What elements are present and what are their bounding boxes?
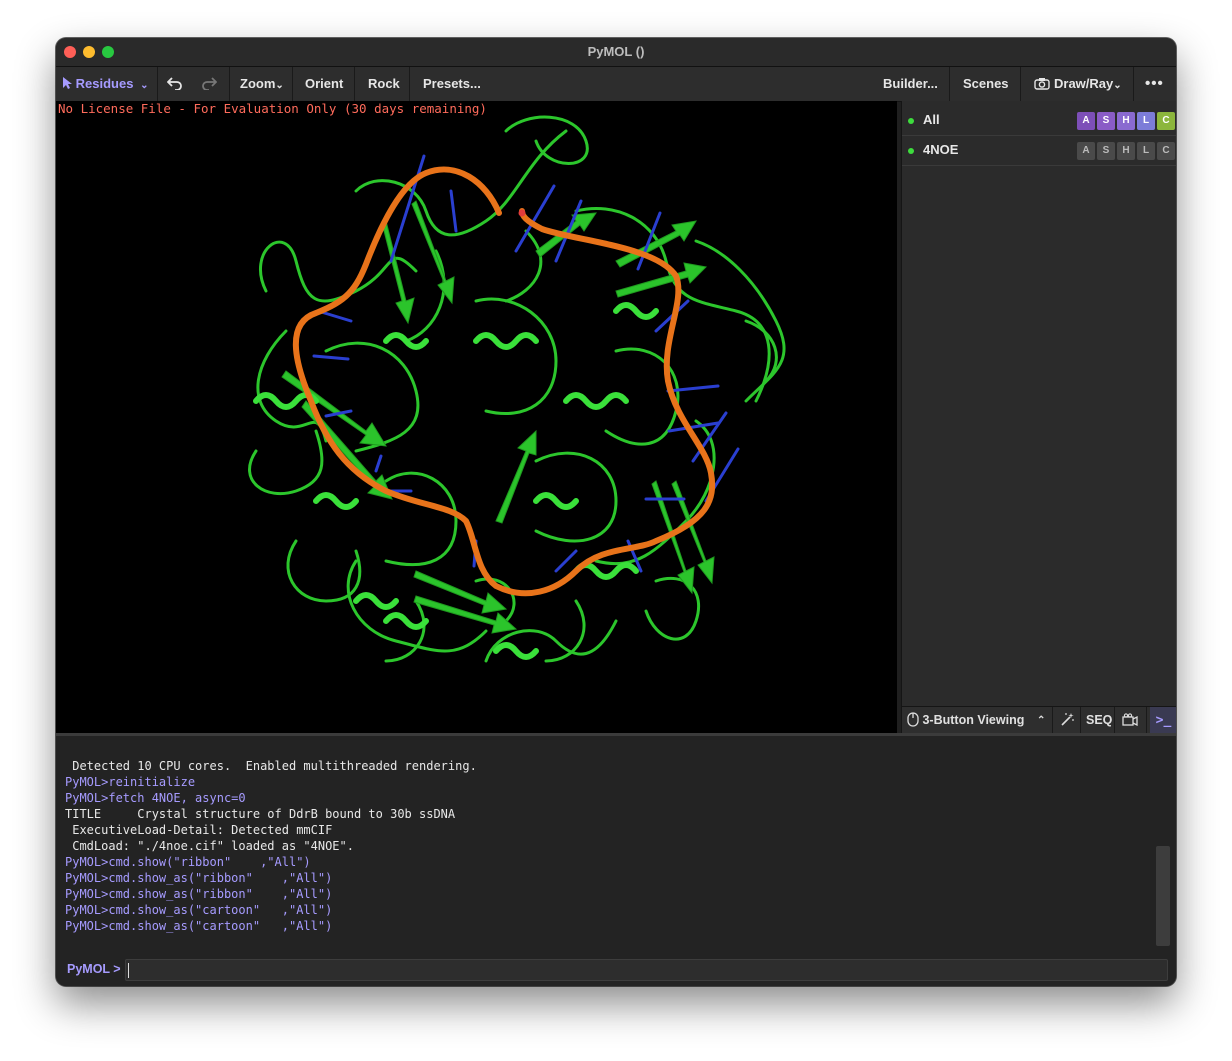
movie-camera-icon [1122,713,1138,727]
zoom-dropdown[interactable]: Zoom⌄ [240,67,284,101]
builder-button[interactable]: Builder... [883,67,938,101]
color-button[interactable]: C [1157,112,1175,130]
magic-wand-icon [1061,713,1074,726]
show-button[interactable]: S [1097,112,1115,130]
mode-bar: 3-Button Viewing ⌃ SEQ >_ [901,706,1176,734]
undo-icon [166,77,182,91]
selection-mode-dropdown[interactable]: Residues ⌄ [62,67,148,101]
presets-button[interactable]: Presets... [423,67,481,101]
mouse-mode-dropdown[interactable]: 3-Button Viewing [907,707,1024,734]
console-line: Detected 10 CPU cores. Enabled multithre… [65,759,477,773]
chevron-up-icon[interactable]: ⌃ [1037,707,1045,734]
object-panel: All A S H L C 4NOE A S H L C [901,101,1176,706]
console-line: ExecutiveLoad-Detail: Detected mmCIF [65,823,333,837]
text-caret [128,963,129,978]
object-action-buttons: A S H L C [1077,112,1175,130]
redo-icon [202,77,218,91]
console-line: CmdLoad: "./4noe.cif" loaded as "4NOE". [65,839,354,853]
object-row-4noe[interactable]: 4NOE A S H L C [902,136,1176,166]
console-line: PyMOL>cmd.show_as("cartoon" ,"All") [65,919,333,933]
more-options-button[interactable]: ••• [1145,67,1164,101]
hide-button[interactable]: H [1117,142,1135,160]
console-line: PyMOL>cmd.show_as("cartoon" ,"All") [65,903,333,917]
console-line: PyMOL>fetch 4NOE, async=0 [65,791,246,805]
label-button[interactable]: L [1137,142,1155,160]
window-title: PyMOL () [587,44,645,59]
command-prompt: PyMOL > [67,962,121,976]
console-line: TITLE Crystal structure of DdrB bound to… [65,807,456,821]
object-row-all[interactable]: All A S H L C [902,106,1176,136]
console-line: PyMOL>cmd.show_as("ribbon" ,"All") [65,871,333,885]
console-scrollbar[interactable] [1156,846,1170,946]
pointer-icon [63,77,72,89]
command-input[interactable] [125,959,1168,981]
object-name: All [923,112,940,127]
draw-ray-label: Draw/Ray [1054,76,1114,91]
command-line: PyMOL > [56,956,1176,986]
console-line: PyMOL>reinitialize [65,775,196,789]
console-log: Detected 10 CPU cores. Enabled multithre… [65,758,477,934]
selection-mode-label: Residues [75,76,134,91]
action-button[interactable]: A [1077,142,1095,160]
pymol-window: PyMOL () Residues ⌄ Zoom⌄ Orient Rock Pr… [56,38,1176,986]
action-button[interactable]: A [1077,112,1095,130]
console-line: PyMOL>cmd.show("ribbon" ,"All") [65,855,311,869]
console-line: PyMOL>cmd.show_as("ribbon" ,"All") [65,887,333,901]
object-name: 4NOE [923,142,959,157]
mouse-icon [907,712,919,727]
chevron-down-icon: ⌄ [140,80,149,91]
object-action-buttons: A S H L C [1077,142,1175,160]
label-button[interactable]: L [1137,112,1155,130]
chevron-down-icon: ⌄ [275,80,284,91]
output-console: Detected 10 CPU cores. Enabled multithre… [56,736,1176,956]
protein-dna-structure [248,115,786,663]
color-button[interactable]: C [1157,142,1175,160]
mouse-mode-label: 3-Button Viewing [922,713,1025,727]
redo-button[interactable] [201,67,218,101]
sequence-toggle[interactable]: SEQ [1086,707,1112,734]
hide-button[interactable]: H [1117,112,1135,130]
draw-ray-dropdown[interactable]: Draw/Ray⌄ [1034,67,1122,101]
terminal-icon: >_ [1155,713,1172,728]
rock-button[interactable]: Rock [368,67,400,101]
title-bar: PyMOL () [56,38,1176,67]
magic-wand-button[interactable] [1060,707,1075,734]
toolbar: Residues ⌄ Zoom⌄ Orient Rock Presets... … [56,67,1176,102]
undo-button[interactable] [166,67,183,101]
camera-icon [1034,78,1050,90]
console-toggle[interactable]: >_ [1150,707,1176,734]
chevron-down-icon: ⌄ [1113,80,1122,91]
ellipsis-icon: ••• [1145,75,1164,92]
show-button[interactable]: S [1097,142,1115,160]
scenes-button[interactable]: Scenes [963,67,1009,101]
orient-button[interactable]: Orient [305,67,343,101]
molecular-viewport[interactable]: No License File - For Evaluation Only (3… [56,101,897,733]
movie-button[interactable] [1122,707,1138,734]
enabled-indicator [908,148,914,154]
enabled-indicator [908,118,914,124]
zoom-label: Zoom [240,76,276,91]
